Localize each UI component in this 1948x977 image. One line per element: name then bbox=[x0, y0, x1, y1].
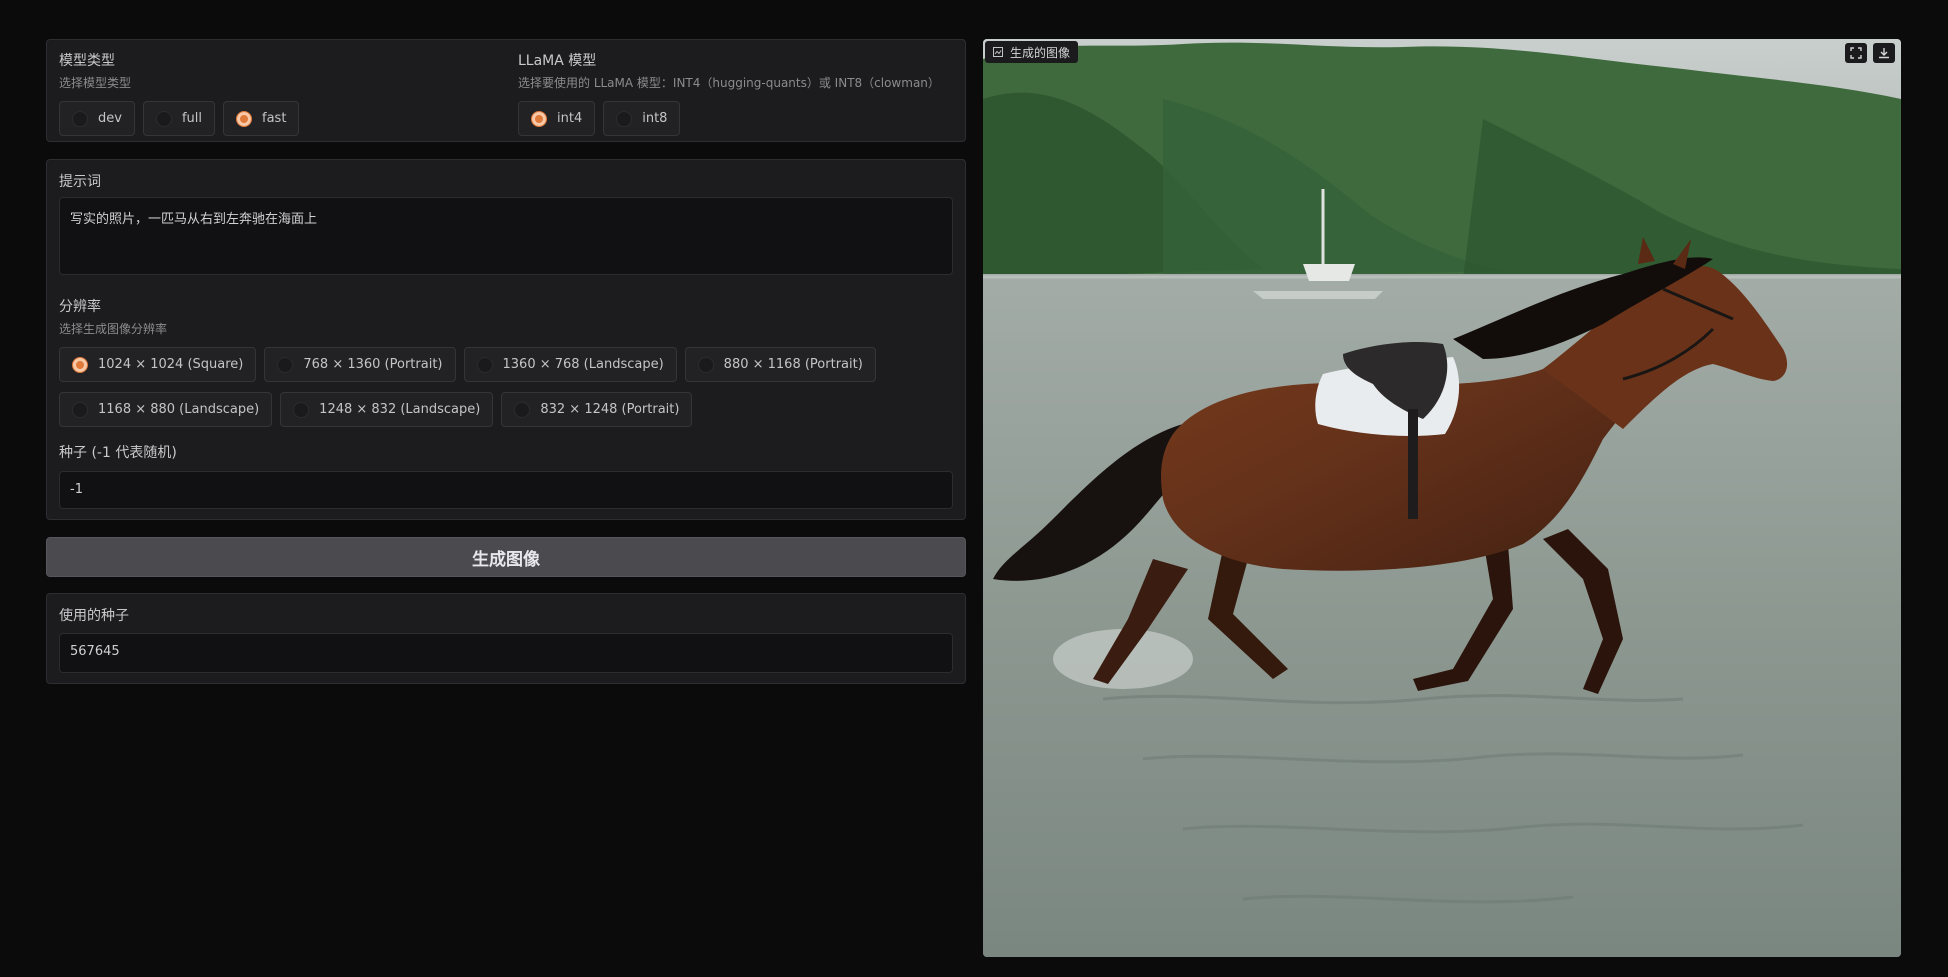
model-type-info: 选择模型类型 bbox=[59, 76, 132, 90]
download-icon bbox=[1879, 48, 1889, 59]
image-icon bbox=[993, 47, 1003, 57]
fullscreen-icon bbox=[1850, 47, 1862, 59]
radio-dot-selected bbox=[72, 356, 88, 373]
option-label: dev bbox=[98, 111, 122, 126]
option-label: 1360 × 768 (Landscape) bbox=[502, 357, 664, 372]
image-label-badge: 生成的图像 bbox=[985, 41, 1079, 63]
generate-button-label: 生成图像 bbox=[472, 549, 540, 570]
resolution-options-row-1: 1024 × 1024 (Square) 768 × 1360 (Portrai… bbox=[59, 347, 876, 382]
radio-dot bbox=[697, 356, 714, 373]
resolution-option-1168x880[interactable]: 1168 × 880 (Landscape) bbox=[59, 392, 273, 427]
radio-dot-selected bbox=[531, 110, 547, 127]
option-label: full bbox=[181, 111, 202, 126]
fullscreen-button[interactable] bbox=[1845, 43, 1867, 63]
option-label: 1248 × 832 (Landscape) bbox=[319, 402, 481, 417]
option-label: 1024 × 1024 (Square) bbox=[98, 357, 244, 372]
resolution-option-1248x832[interactable]: 1248 × 832 (Landscape) bbox=[280, 392, 494, 427]
radio-dot bbox=[514, 401, 531, 418]
prompt-textarea[interactable]: 写实的照片，一匹马从右到左奔驰在海面上 bbox=[59, 197, 953, 275]
llama-model-label: LLaMA 模型 bbox=[518, 53, 597, 69]
option-label: 832 × 1248 (Portrait) bbox=[540, 402, 680, 417]
llama-option-int8[interactable]: int8 bbox=[603, 101, 681, 136]
option-label: int8 bbox=[642, 111, 668, 126]
used-seed-panel: 使用的种子 567645 bbox=[46, 593, 966, 684]
radio-dot bbox=[616, 110, 633, 127]
radio-dot-selected bbox=[236, 110, 252, 127]
generation-settings-panel: 提示词 写实的照片，一匹马从右到左奔驰在海面上 分辨率 选择生成图像分辨率 10… bbox=[46, 159, 966, 520]
resolution-label: 分辨率 bbox=[59, 299, 101, 315]
radio-dot bbox=[293, 401, 310, 418]
model-type-option-fast[interactable]: fast bbox=[223, 101, 300, 136]
radio-dot bbox=[277, 356, 294, 373]
download-button[interactable] bbox=[1873, 43, 1895, 63]
resolution-option-768x1360[interactable]: 768 × 1360 (Portrait) bbox=[264, 347, 456, 382]
image-label-text: 生成的图像 bbox=[1010, 45, 1071, 60]
llama-model-group: LLaMA 模型 选择要使用的 LLaMA 模型：INT4（hugging-qu… bbox=[518, 50, 940, 136]
radio-dot bbox=[72, 401, 88, 418]
resolution-option-832x1248[interactable]: 832 × 1248 (Portrait) bbox=[501, 392, 693, 427]
seed-label: 种子 (-1 代表随机) bbox=[59, 445, 177, 461]
model-settings-panel: 模型类型 选择模型类型 dev full fast LLaMA 模型 选择要使用… bbox=[46, 39, 966, 142]
llama-option-int4[interactable]: int4 bbox=[518, 101, 596, 136]
resolution-group: 分辨率 选择生成图像分辨率 1024 × 1024 (Square) 768 ×… bbox=[59, 296, 876, 427]
prompt-text: 写实的照片，一匹马从右到左奔驰在海面上 bbox=[70, 212, 318, 227]
radio-dot bbox=[476, 356, 493, 373]
resolution-option-1024x1024[interactable]: 1024 × 1024 (Square) bbox=[59, 347, 257, 382]
model-type-option-dev[interactable]: dev bbox=[59, 101, 135, 136]
resolution-option-1360x768[interactable]: 1360 × 768 (Landscape) bbox=[463, 347, 677, 382]
option-label: 768 × 1360 (Portrait) bbox=[303, 357, 443, 372]
option-label: int4 bbox=[557, 111, 583, 126]
seed-value: -1 bbox=[70, 482, 83, 497]
seed-input[interactable]: -1 bbox=[59, 471, 953, 509]
generated-image bbox=[983, 39, 1901, 957]
resolution-options-row-2: 1168 × 880 (Landscape) 1248 × 832 (Lands… bbox=[59, 392, 876, 427]
option-label: 1168 × 880 (Landscape) bbox=[98, 402, 260, 417]
radio-dot bbox=[155, 110, 172, 127]
model-type-option-full[interactable]: full bbox=[142, 101, 215, 136]
model-type-options: dev full fast bbox=[59, 101, 300, 136]
used-seed-label: 使用的种子 bbox=[59, 608, 129, 624]
model-type-group: 模型类型 选择模型类型 dev full fast bbox=[59, 50, 300, 136]
used-seed-field[interactable]: 567645 bbox=[59, 633, 953, 673]
option-label: 880 × 1168 (Portrait) bbox=[723, 357, 863, 372]
llama-model-info: 选择要使用的 LLaMA 模型：INT4（hugging-quants）或 IN… bbox=[518, 76, 940, 90]
option-label: fast bbox=[262, 111, 287, 126]
radio-dot bbox=[72, 110, 88, 127]
prompt-label: 提示词 bbox=[59, 174, 101, 190]
generate-image-button[interactable]: 生成图像 bbox=[46, 537, 966, 577]
used-seed-value: 567645 bbox=[70, 644, 120, 659]
llama-model-options: int4 int8 bbox=[518, 101, 940, 136]
model-type-label: 模型类型 bbox=[59, 53, 115, 69]
generated-image-panel: 生成的图像 bbox=[983, 39, 1901, 957]
resolution-info: 选择生成图像分辨率 bbox=[59, 322, 168, 336]
resolution-option-880x1168[interactable]: 880 × 1168 (Portrait) bbox=[684, 347, 876, 382]
